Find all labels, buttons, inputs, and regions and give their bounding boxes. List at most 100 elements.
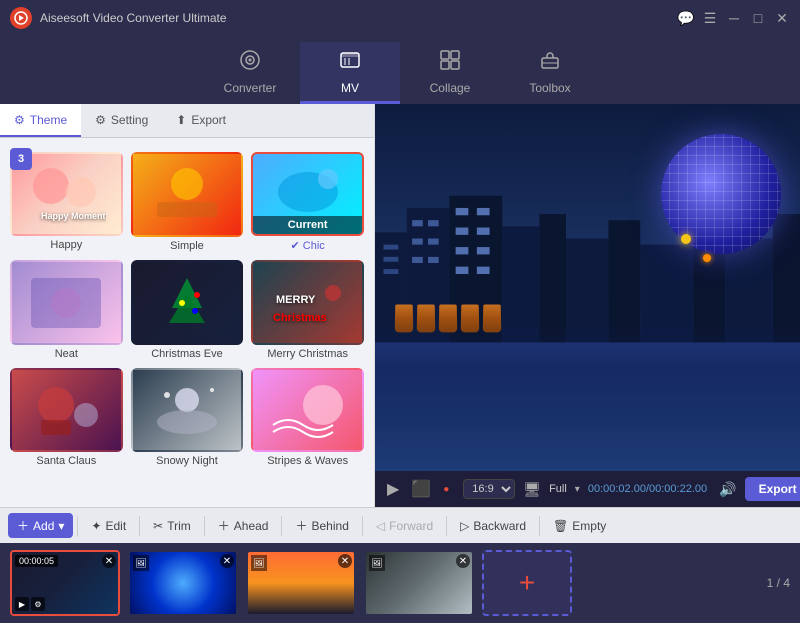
aspect-ratio-select[interactable]: 16:9: [463, 479, 515, 499]
tab-converter[interactable]: Converter: [200, 42, 300, 104]
volume-icon[interactable]: 🔊: [719, 481, 736, 498]
edit-label: Edit: [105, 519, 126, 533]
theme-item-merry-christmas[interactable]: MERRY Christmas Merry Christmas: [251, 260, 364, 360]
theme-item-santa-claus[interactable]: Santa Claus: [10, 368, 123, 468]
theme-label-merry-christmas: Merry Christmas: [267, 348, 348, 360]
film-close-4[interactable]: ✕: [456, 554, 470, 568]
mv-icon: [339, 49, 361, 77]
subtab-theme-label: Theme: [30, 113, 67, 127]
tab-collage-label: Collage: [430, 81, 471, 95]
theme-thumb-neat: [10, 260, 123, 344]
export-button[interactable]: Export: [745, 477, 800, 501]
forward-button[interactable]: ◁ Forward: [367, 515, 442, 537]
svg-text:Christmas: Christmas: [273, 312, 327, 324]
film-item-1[interactable]: 00:00:05 ✕ ▶ ⚙: [10, 550, 120, 616]
trim-button[interactable]: ✂ Trim: [144, 515, 200, 537]
ahead-plus-icon: ＋: [218, 517, 230, 534]
chat-icon[interactable]: 💬: [678, 10, 694, 26]
stop-button[interactable]: ⬛: [409, 477, 433, 501]
menu-icon[interactable]: ☰: [702, 10, 718, 26]
theme-item-simple[interactable]: Simple: [131, 152, 244, 252]
film-duration-1: 00:00:05: [15, 555, 58, 567]
tab-toolbox[interactable]: Toolbox: [500, 42, 600, 104]
film-close-2[interactable]: ✕: [220, 554, 234, 568]
boat-4: [461, 304, 480, 332]
left-panel: ⚙ Theme ⚙ Setting ⬆ Export 3: [0, 104, 375, 507]
behind-plus-icon: ＋: [295, 517, 307, 534]
film-type-icon-2: 🖼: [133, 555, 149, 571]
boat-1: [395, 304, 414, 332]
theme-inner-christmas-eve: [133, 262, 242, 343]
app-logo: [10, 7, 32, 29]
film-close-1[interactable]: ✕: [102, 554, 116, 568]
add-button[interactable]: ＋ Add ▾: [8, 513, 73, 538]
svg-text:Happy Moments: Happy Moments: [41, 211, 106, 221]
export-upload-icon: ⬆: [176, 113, 186, 127]
tab-collage[interactable]: Collage: [400, 42, 500, 104]
theme-label-christmas-eve: Christmas Eve: [151, 348, 223, 360]
empty-label: Empty: [572, 519, 606, 533]
film-play-icon-1[interactable]: ▶: [15, 597, 29, 611]
theme-label-stripes-waves: Stripes & Waves: [267, 455, 348, 467]
theme-label-santa-claus: Santa Claus: [36, 455, 96, 467]
theme-thumb-simple: [131, 152, 244, 237]
app-title: Aiseesoft Video Converter Ultimate: [40, 11, 678, 25]
monitor-button[interactable]: 🖥: [523, 481, 541, 498]
film-item-3[interactable]: ✕ 🖼: [246, 550, 356, 616]
edit-star-icon: ✦: [91, 519, 101, 533]
film-add-button[interactable]: +: [482, 550, 572, 616]
edit-button[interactable]: ✦ Edit: [82, 515, 135, 537]
close-button[interactable]: ✕: [774, 10, 790, 26]
time-display: 00:00:02.00/00:00:22.00: [588, 483, 707, 495]
film-item-4[interactable]: ✕ 🖼: [364, 550, 474, 616]
theme-label-chic: ✔ Chic: [291, 239, 325, 252]
right-panel: ▶ ⬛ ● 16:9 16:9 🖥 Full ▾ 00:00:02.00/00:…: [375, 104, 800, 507]
collage-icon: [439, 49, 461, 77]
trim-label: Trim: [167, 519, 191, 533]
record-button[interactable]: ●: [441, 482, 451, 497]
ahead-button[interactable]: ＋ Ahead: [209, 513, 278, 538]
film-settings-icon-1[interactable]: ⚙: [31, 597, 45, 611]
tab-mv-label: MV: [341, 81, 359, 95]
theme-item-christmas-eve[interactable]: Christmas Eve: [131, 260, 244, 360]
toolbox-icon: [539, 49, 561, 77]
film-close-3[interactable]: ✕: [338, 554, 352, 568]
trim-scissors-icon: ✂: [153, 519, 163, 533]
maximize-button[interactable]: □: [750, 10, 766, 26]
behind-label: Behind: [312, 519, 349, 533]
boat-3: [439, 304, 458, 332]
subtab-export[interactable]: ⬆ Export: [162, 104, 240, 137]
theme-inner-merry-christmas: MERRY Christmas: [253, 262, 362, 342]
theme-thumb-snowy-night: [131, 368, 244, 453]
current-badge: Current: [253, 216, 362, 234]
theme-thumb-santa-claus: [10, 368, 123, 452]
play-button[interactable]: ▶: [385, 477, 401, 501]
setting-gear-icon: ⚙: [95, 113, 106, 127]
backward-button[interactable]: ▷ Backward: [451, 515, 535, 537]
backward-icon: ▷: [460, 519, 469, 533]
tab-mv[interactable]: MV: [300, 42, 400, 104]
theme-inner-santa-claus: [12, 370, 121, 450]
theme-item-chic[interactable]: Current ✔ Chic: [251, 152, 364, 252]
theme-inner-snowy-night: [133, 370, 242, 451]
theme-grid: Happy Moments Happy: [10, 152, 364, 467]
separator-7: [539, 516, 540, 536]
minimize-button[interactable]: ─: [726, 10, 742, 26]
dot-yellow: [681, 234, 691, 244]
svg-text:MERRY: MERRY: [276, 294, 316, 306]
behind-button[interactable]: ＋ Behind: [286, 513, 357, 538]
theme-thumb-christmas-eve: [131, 260, 244, 345]
boats: [395, 304, 501, 332]
film-item-2[interactable]: ✕ 🖼: [128, 550, 238, 616]
tab-converter-label: Converter: [224, 81, 277, 95]
theme-item-neat[interactable]: Neat: [10, 260, 123, 360]
subtab-theme[interactable]: ⚙ Theme: [0, 104, 81, 137]
dot-orange: [703, 254, 711, 262]
full-dropdown-arrow[interactable]: ▾: [575, 484, 580, 495]
filmstrip: 00:00:05 ✕ ▶ ⚙ ✕ 🖼 ✕ 🖼 ✕ 🖼 + 1 / 4: [0, 543, 800, 623]
subtab-setting[interactable]: ⚙ Setting: [81, 104, 162, 137]
theme-item-stripes-waves[interactable]: Stripes & Waves: [251, 368, 364, 468]
theme-item-snowy-night[interactable]: Snowy Night: [131, 368, 244, 468]
theme-label-simple: Simple: [170, 240, 204, 252]
empty-button[interactable]: 🗑 Empty: [544, 515, 615, 537]
